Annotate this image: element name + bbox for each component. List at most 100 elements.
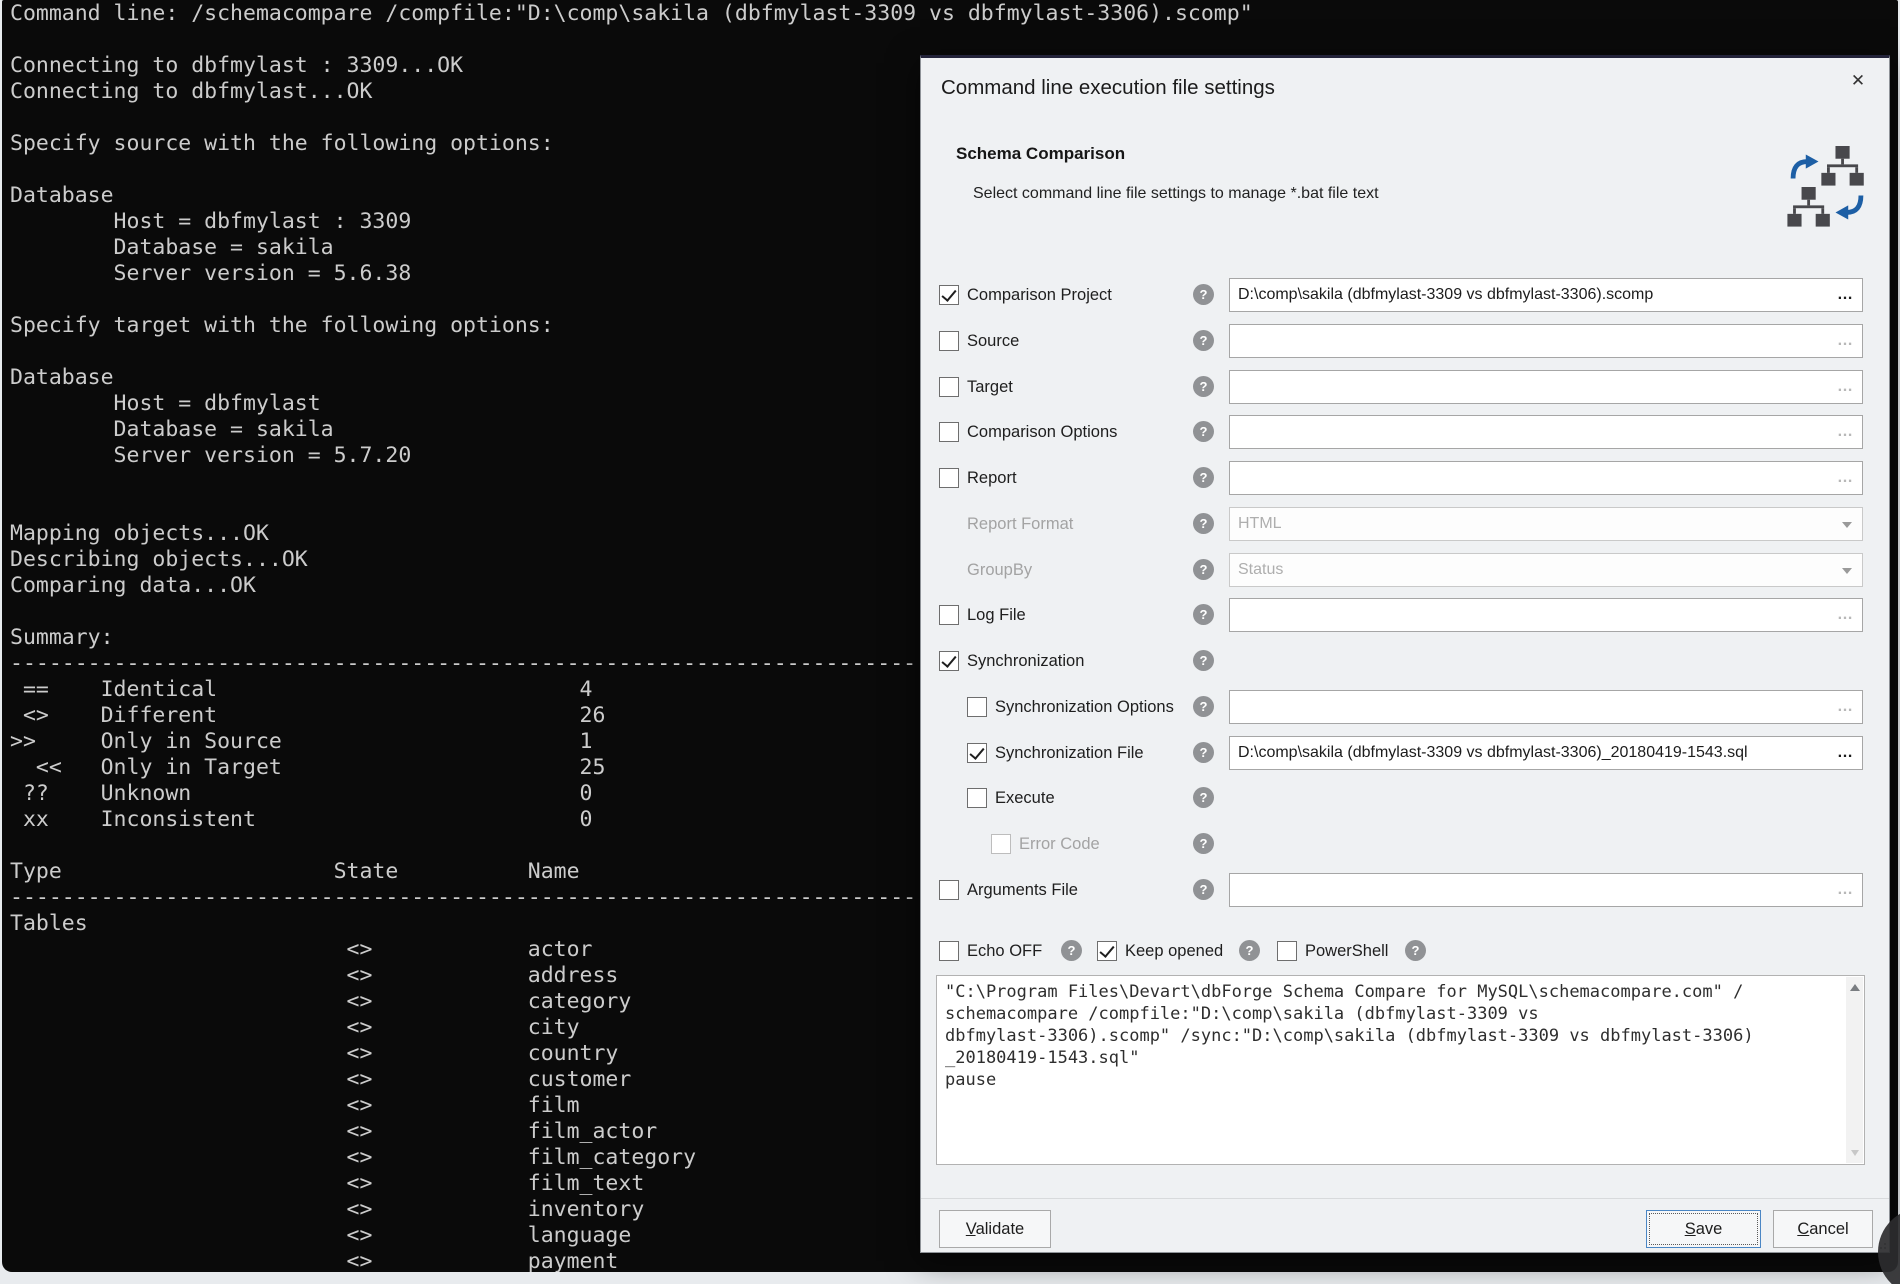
checkbox-comparison-project[interactable] bbox=[939, 285, 959, 305]
browse-button[interactable]: … bbox=[1837, 599, 1854, 631]
row-bat-options: Echo OFF ? Keep opened ? PowerShell ? bbox=[921, 933, 1889, 969]
browse-button[interactable]: … bbox=[1837, 325, 1854, 357]
checkbox-synchronization-options[interactable] bbox=[967, 697, 987, 717]
synchronization-options-field[interactable]: … bbox=[1229, 690, 1863, 724]
row-target: Target ? … bbox=[921, 369, 1889, 405]
section-subtitle: Select command line file settings to man… bbox=[973, 185, 1379, 203]
help-icon[interactable]: ? bbox=[1193, 650, 1214, 671]
help-icon[interactable]: ? bbox=[1405, 940, 1426, 961]
row-synchronization-options: Synchronization Options ? … bbox=[921, 689, 1889, 725]
help-icon[interactable]: ? bbox=[1193, 559, 1214, 580]
checkbox-target[interactable] bbox=[939, 377, 959, 397]
checkbox-error-code bbox=[991, 834, 1011, 854]
help-icon[interactable]: ? bbox=[1193, 421, 1214, 442]
log-file-field[interactable]: … bbox=[1229, 598, 1863, 632]
echo-off-option: Echo OFF ? bbox=[939, 933, 960, 969]
groupby-dropdown: Status bbox=[1229, 553, 1863, 587]
browse-button[interactable]: … bbox=[1837, 371, 1854, 403]
error-code-label: Error Code bbox=[1019, 826, 1100, 862]
synchronization-file-field[interactable]: D:\comp\sakila (dbfmylast-3309 vs dbfmyl… bbox=[1229, 736, 1863, 770]
browse-button[interactable]: … bbox=[1837, 279, 1854, 311]
help-icon[interactable]: ? bbox=[1193, 696, 1214, 717]
checkbox-synchronization-file[interactable] bbox=[967, 743, 987, 763]
checkbox-execute[interactable] bbox=[967, 788, 987, 808]
target-label: Target bbox=[967, 369, 1013, 405]
report-field[interactable]: … bbox=[1229, 461, 1863, 495]
screenshot-stage: Command line: /schemacompare /compfile:"… bbox=[0, 0, 1900, 1284]
synchronization-file-value: D:\comp\sakila (dbfmylast-3309 vs dbfmyl… bbox=[1238, 737, 1828, 769]
help-icon[interactable]: ? bbox=[1193, 879, 1214, 900]
bat-text-area[interactable]: "C:\Program Files\Devart\dbForge Schema … bbox=[936, 975, 1865, 1165]
row-comparison-options: Comparison Options ? … bbox=[921, 414, 1889, 450]
comparison-options-field[interactable]: … bbox=[1229, 415, 1863, 449]
help-icon[interactable]: ? bbox=[1193, 833, 1214, 854]
help-icon[interactable]: ? bbox=[1193, 284, 1214, 305]
help-icon[interactable]: ? bbox=[1193, 787, 1214, 808]
dialog-title: Command line execution file settings bbox=[941, 76, 1275, 100]
browse-button[interactable]: … bbox=[1837, 874, 1854, 906]
row-groupby: GroupBy ? Status bbox=[921, 552, 1889, 588]
row-execute: Execute ? bbox=[921, 780, 1889, 816]
arguments-file-field[interactable]: … bbox=[1229, 873, 1863, 907]
comparison-project-field[interactable]: D:\comp\sakila (dbfmylast-3309 vs dbfmyl… bbox=[1229, 278, 1863, 312]
help-icon[interactable]: ? bbox=[1193, 742, 1214, 763]
dropdown-arrow-icon bbox=[1842, 568, 1852, 574]
close-icon[interactable]: ✕ bbox=[1845, 68, 1871, 94]
checkbox-log-file[interactable] bbox=[939, 605, 959, 625]
help-icon[interactable]: ? bbox=[1239, 940, 1260, 961]
scroll-down-icon[interactable] bbox=[1851, 1150, 1859, 1156]
cancel-key: C bbox=[1797, 1220, 1809, 1238]
row-synchronization: Synchronization ? bbox=[921, 643, 1889, 679]
synchronization-label: Synchronization bbox=[967, 643, 1084, 679]
powershell-label: PowerShell bbox=[1305, 933, 1388, 969]
scroll-up-icon[interactable] bbox=[1850, 984, 1860, 991]
keep-opened-label: Keep opened bbox=[1125, 933, 1223, 969]
checkbox-keep-opened[interactable] bbox=[1097, 941, 1117, 961]
bat-text: "C:\Program Files\Devart\dbForge Schema … bbox=[945, 981, 1838, 1160]
report-label: Report bbox=[967, 460, 1017, 496]
report-format-dropdown: HTML bbox=[1229, 507, 1863, 541]
help-icon[interactable]: ? bbox=[1193, 513, 1214, 534]
cancel-button[interactable]: Cancel bbox=[1773, 1210, 1873, 1248]
comparison-options-label: Comparison Options bbox=[967, 414, 1117, 450]
source-field[interactable]: … bbox=[1229, 324, 1863, 358]
help-icon[interactable]: ? bbox=[1193, 604, 1214, 625]
synchronization-options-label: Synchronization Options bbox=[995, 689, 1174, 725]
scrollbar[interactable] bbox=[1846, 977, 1863, 1163]
powershell-option: PowerShell ? bbox=[1277, 933, 1298, 969]
browse-button[interactable]: … bbox=[1837, 416, 1854, 448]
help-icon[interactable]: ? bbox=[1193, 467, 1214, 488]
help-icon[interactable]: ? bbox=[1061, 940, 1082, 961]
cancel-rest: ancel bbox=[1809, 1220, 1848, 1238]
save-key: S bbox=[1685, 1220, 1696, 1238]
section-title: Schema Comparison bbox=[956, 144, 1125, 164]
browse-button[interactable]: … bbox=[1837, 691, 1854, 723]
execute-label: Execute bbox=[995, 780, 1055, 816]
synchronization-file-label: Synchronization File bbox=[995, 735, 1144, 771]
target-field[interactable]: … bbox=[1229, 370, 1863, 404]
row-report-format: Report Format ? HTML bbox=[921, 506, 1889, 542]
checkbox-source[interactable] bbox=[939, 331, 959, 351]
row-error-code: Error Code ? bbox=[921, 826, 1889, 862]
report-format-value: HTML bbox=[1238, 508, 1828, 540]
validate-button[interactable]: Validate bbox=[939, 1210, 1051, 1248]
row-report: Report ? … bbox=[921, 460, 1889, 496]
save-rest: ave bbox=[1696, 1220, 1723, 1238]
dropdown-arrow-icon bbox=[1842, 522, 1852, 528]
checkbox-comparison-options[interactable] bbox=[939, 422, 959, 442]
help-icon[interactable]: ? bbox=[1193, 376, 1214, 397]
browse-button[interactable]: … bbox=[1837, 737, 1854, 769]
checkbox-arguments-file[interactable] bbox=[939, 880, 959, 900]
help-icon[interactable]: ? bbox=[1193, 330, 1214, 351]
checkbox-synchronization[interactable] bbox=[939, 651, 959, 671]
comparison-project-value: D:\comp\sakila (dbfmylast-3309 vs dbfmyl… bbox=[1238, 279, 1828, 311]
validate-rest: alidate bbox=[976, 1220, 1025, 1238]
checkbox-powershell[interactable] bbox=[1277, 941, 1297, 961]
save-button[interactable]: Save bbox=[1646, 1210, 1761, 1248]
echo-off-label: Echo OFF bbox=[967, 933, 1042, 969]
row-comparison-project: Comparison Project ? D:\comp\sakila (dbf… bbox=[921, 277, 1889, 313]
checkbox-echo-off[interactable] bbox=[939, 941, 959, 961]
browse-button[interactable]: … bbox=[1837, 462, 1854, 494]
checkbox-report[interactable] bbox=[939, 468, 959, 488]
arguments-file-label: Arguments File bbox=[967, 872, 1078, 908]
